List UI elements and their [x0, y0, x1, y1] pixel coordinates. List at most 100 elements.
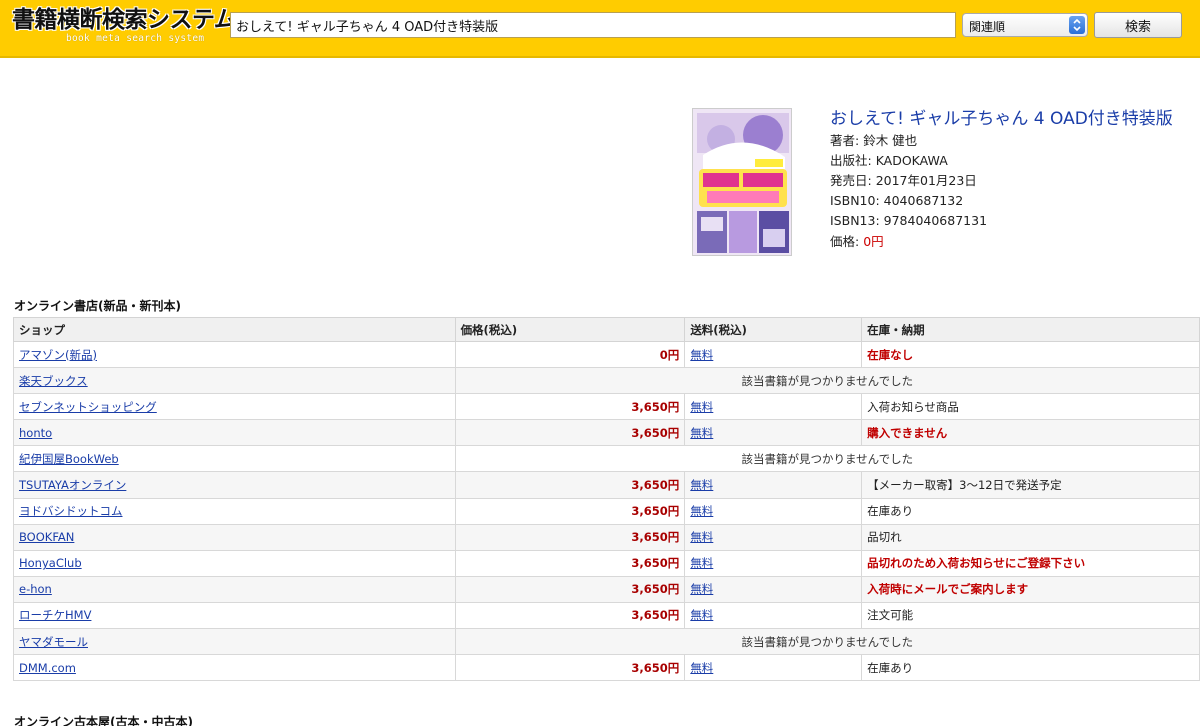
price-cell: 3,650円: [454, 654, 686, 682]
release-value: 2017年01月23日: [875, 173, 977, 188]
price-cell: 3,650円: [454, 497, 686, 525]
shipping-link[interactable]: 無料: [690, 582, 713, 596]
table-row: ヨドバシドットコム 3,650円 無料 在庫あり: [13, 497, 1200, 525]
shop-link[interactable]: DMM.com: [19, 661, 76, 675]
logo-title: 書籍横断検索システム: [12, 7, 237, 33]
shipping-link[interactable]: 無料: [690, 661, 713, 675]
table-row: e-hon 3,650円 無料 入荷時にメールでご案内します: [13, 575, 1200, 603]
site-logo[interactable]: 書籍横断検索システム book meta search system: [12, 6, 237, 54]
table-row: BOOKFAN 3,650円 無料 品切れ: [13, 523, 1200, 551]
shop-cell: TSUTAYAオンライン: [13, 471, 456, 499]
shop-link[interactable]: 紀伊国屋BookWeb: [19, 452, 119, 466]
price-cell: 0円: [454, 340, 686, 369]
not-found-message: 該当書籍が見つかりませんでした: [454, 367, 1200, 395]
shipping-cell: 無料: [684, 523, 863, 551]
book-cover-image[interactable]: [692, 108, 792, 256]
sort-select[interactable]: 関連順: [962, 13, 1088, 37]
column-header-shipping: 送料(税込): [684, 317, 863, 342]
shop-link[interactable]: ヨドバシドットコム: [19, 504, 123, 518]
used-section-title: オンライン古本屋(古本・中古本): [14, 715, 193, 726]
book-title-link[interactable]: おしえて! ギャル子ちゃん 4 OAD付き特装版: [830, 104, 1173, 129]
shop-cell: BOOKFAN: [13, 523, 456, 551]
online-section-title: オンライン書店(新品・新刊本): [14, 299, 181, 313]
shop-cell: HonyaClub: [13, 549, 456, 577]
shop-cell: セブンネットショッピング: [13, 393, 456, 421]
table-row: TSUTAYAオンライン 3,650円 無料 【メーカー取寄】3～12日で発送予定: [13, 471, 1200, 499]
price-value: 0円: [863, 234, 884, 249]
shipping-cell: 無料: [684, 419, 863, 447]
stock-cell: 在庫なし: [861, 340, 1200, 369]
table-row: honto 3,650円 無料 購入できません: [13, 419, 1200, 447]
shop-cell: ヤマダモール: [13, 628, 456, 656]
stock-cell: 購入できません: [861, 419, 1200, 447]
shop-cell: e-hon: [13, 575, 456, 603]
isbn10-line: ISBN10: 4040687132: [830, 191, 963, 211]
publisher-value: KADOKAWA: [875, 153, 948, 168]
shop-link[interactable]: ヤマダモール: [19, 635, 88, 649]
table-row: アマゾン(新品) 0円 無料 在庫なし: [13, 340, 1200, 369]
price-cell: 3,650円: [454, 523, 686, 551]
shop-link[interactable]: HonyaClub: [19, 556, 82, 570]
price-cell: 3,650円: [454, 393, 686, 421]
shipping-cell: 無料: [684, 601, 863, 630]
price-cell: 3,650円: [454, 601, 686, 630]
shop-link[interactable]: TSUTAYAオンライン: [19, 478, 126, 492]
table-row: セブンネットショッピング 3,650円 無料 入荷お知らせ商品: [13, 393, 1200, 421]
online-shops-table: ショップ 価格(税込) 送料(税込) 在庫・納期 アマゾン(新品) 0円 無料 在庫な…: [13, 317, 1200, 682]
header-bar: 書籍横断検索システム book meta search system 関連順 検…: [0, 0, 1200, 58]
shop-rows: アマゾン(新品) 0円 無料 在庫なし 楽天ブックス 該当書籍が見つかりませんでした セブン…: [13, 340, 1200, 682]
stock-cell: 【メーカー取寄】3～12日で発送予定: [861, 471, 1200, 499]
shipping-link[interactable]: 無料: [690, 608, 713, 622]
shipping-link[interactable]: 無料: [690, 348, 713, 362]
not-found-message: 該当書籍が見つかりませんでした: [454, 445, 1200, 473]
table-header-row: ショップ 価格(税込) 送料(税込) 在庫・納期: [13, 317, 1200, 342]
search-input[interactable]: [230, 12, 956, 38]
sort-selected-value: 関連順: [969, 20, 1006, 34]
shipping-link[interactable]: 無料: [690, 504, 713, 518]
shipping-link[interactable]: 無料: [690, 478, 713, 492]
shipping-link[interactable]: 無料: [690, 400, 713, 414]
isbn13-value: 9784040687131: [883, 213, 988, 228]
shipping-cell: 無料: [684, 575, 863, 603]
price-line: 価格: 0円: [830, 232, 884, 252]
price-cell: 3,650円: [454, 471, 686, 499]
column-header-stock: 在庫・納期: [861, 317, 1200, 342]
shipping-cell: 無料: [684, 471, 863, 499]
stock-cell: 品切れのため入荷お知らせにご登録下さい: [861, 549, 1200, 577]
author-line: 著者: 鈴木 健也: [830, 131, 917, 151]
table-row: ヤマダモール 該当書籍が見つかりませんでした: [13, 628, 1200, 656]
shop-cell: ローチケHMV: [13, 601, 456, 630]
stock-cell: 注文可能: [861, 601, 1200, 630]
shipping-link[interactable]: 無料: [690, 530, 713, 544]
release-line: 発売日: 2017年01月23日: [830, 171, 977, 191]
shipping-link[interactable]: 無料: [690, 426, 713, 440]
shop-cell: 紀伊国屋BookWeb: [13, 445, 456, 473]
logo-subtitle: book meta search system: [66, 33, 205, 44]
isbn10-label: ISBN10:: [830, 193, 884, 208]
author-label: 著者:: [830, 133, 864, 148]
shipping-cell: 無料: [684, 340, 863, 369]
search-button[interactable]: 検索: [1094, 12, 1182, 38]
shop-link[interactable]: アマゾン(新品): [19, 348, 97, 362]
shop-cell: ヨドバシドットコム: [13, 497, 456, 525]
shop-cell: 楽天ブックス: [13, 367, 456, 395]
price-label: 価格:: [830, 234, 864, 249]
publisher-label: 出版社:: [830, 153, 876, 168]
isbn13-label: ISBN13:: [830, 213, 884, 228]
stock-cell: 入荷お知らせ商品: [861, 393, 1200, 421]
shop-link[interactable]: honto: [19, 426, 52, 440]
shop-cell: honto: [13, 419, 456, 447]
table-row: ローチケHMV 3,650円 無料 注文可能: [13, 601, 1200, 630]
stock-cell: 在庫あり: [861, 497, 1200, 525]
not-found-message: 該当書籍が見つかりませんでした: [454, 628, 1200, 656]
shop-link[interactable]: BOOKFAN: [19, 530, 74, 544]
stock-cell: 品切れ: [861, 523, 1200, 551]
shipping-link[interactable]: 無料: [690, 556, 713, 570]
shop-link[interactable]: e-hon: [19, 582, 52, 596]
shop-link[interactable]: 楽天ブックス: [19, 374, 88, 388]
shop-link[interactable]: ローチケHMV: [19, 608, 91, 622]
stock-cell: 入荷時にメールでご案内します: [861, 575, 1200, 603]
shop-link[interactable]: セブンネットショッピング: [19, 400, 157, 414]
price-cell: 3,650円: [454, 419, 686, 447]
shop-cell: DMM.com: [13, 654, 456, 682]
